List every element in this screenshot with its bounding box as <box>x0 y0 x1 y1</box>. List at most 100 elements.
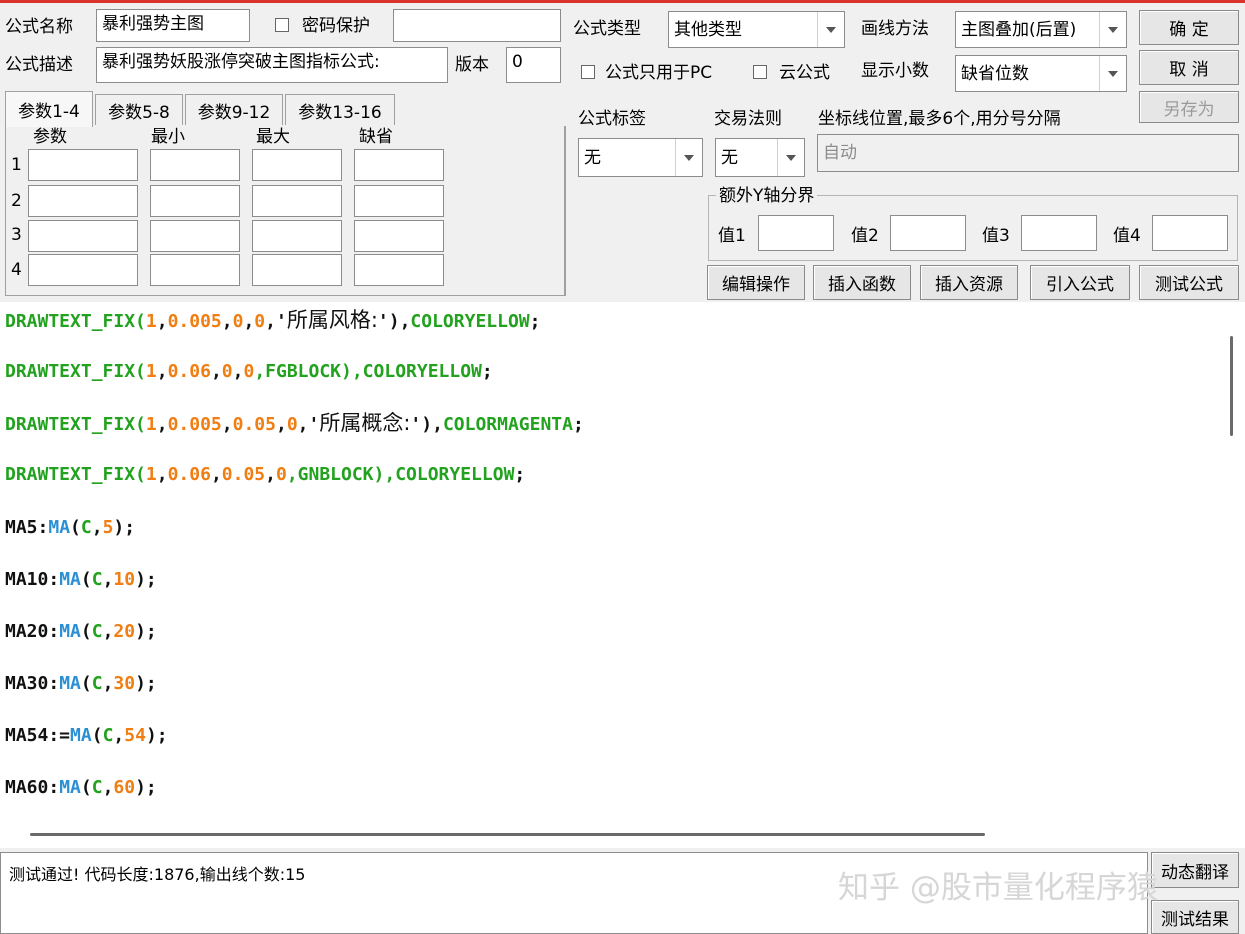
formula-type-label: 公式类型 <box>573 19 641 39</box>
insert-function-button[interactable]: 插入函数 <box>813 265 911 300</box>
formula-name-input[interactable]: 暴利强势主图 <box>96 9 250 42</box>
rule-select[interactable]: 无 <box>715 138 805 177</box>
version-input[interactable]: 0 <box>506 47 561 83</box>
param3-min-input[interactable] <box>150 220 240 252</box>
pc-only-label: 公式只用于PC <box>605 63 713 83</box>
cloud-checkbox[interactable] <box>753 65 767 79</box>
param-col-name: 参数 <box>33 127 67 147</box>
param2-min-input[interactable] <box>150 185 240 217</box>
tab-params-5-8[interactable]: 参数5-8 <box>95 94 183 125</box>
test-result-message: 测试通过! 代码长度:1876,输出线个数:15 <box>9 865 306 884</box>
param-col-default: 缺省 <box>359 127 393 147</box>
pc-only-checkbox[interactable] <box>581 65 595 79</box>
formula-type-value: 其他类型 <box>674 20 742 40</box>
draw-method-label: 画线方法 <box>861 19 929 39</box>
code-line: MA60:MA(C,60); <box>5 777 157 798</box>
param4-min-input[interactable] <box>150 254 240 286</box>
param1-max-input[interactable] <box>252 149 342 181</box>
tab-params-13-16[interactable]: 参数13-16 <box>285 94 395 125</box>
code-line: DRAWTEXT_FIX(1,0.005,0,0,'所属风格:'),COLORY… <box>5 308 541 332</box>
tag-select[interactable]: 无 <box>578 138 703 177</box>
password-input[interactable] <box>393 9 561 42</box>
chevron-down-icon[interactable] <box>777 139 804 176</box>
draw-method-value: 主图叠加(后置) <box>961 20 1077 40</box>
tag-value: 无 <box>584 148 601 168</box>
value4-input[interactable] <box>1152 215 1228 251</box>
code-line: MA30:MA(C,30); <box>5 673 157 694</box>
param1-name-input[interactable] <box>28 149 138 181</box>
param-row-label: 3 <box>11 225 22 245</box>
decimals-select[interactable]: 缺省位数 <box>955 55 1127 92</box>
window-top-border <box>0 0 1245 3</box>
value2-label: 值2 <box>851 226 879 246</box>
value1-input[interactable] <box>758 215 834 251</box>
edit-operation-button[interactable]: 编辑操作 <box>707 265 805 300</box>
param-row-label: 4 <box>11 260 22 280</box>
param4-default-input[interactable] <box>354 254 444 286</box>
ok-button[interactable]: 确 定 <box>1139 10 1239 45</box>
param-col-max: 最大 <box>256 127 290 147</box>
param3-name-input[interactable] <box>28 220 138 252</box>
code-line: DRAWTEXT_FIX(1,0.06,0.05,0,GNBLOCK),COLO… <box>5 464 526 485</box>
param-row-label: 1 <box>11 155 22 175</box>
value3-input[interactable] <box>1021 215 1097 251</box>
import-formula-button[interactable]: 引入公式 <box>1030 265 1130 300</box>
axis-label: 坐标线位置,最多6个,用分号分隔 <box>818 109 1061 129</box>
horizontal-scroll-thumb[interactable] <box>30 833 985 836</box>
tab-params-9-12[interactable]: 参数9-12 <box>185 94 283 125</box>
param-col-min: 最小 <box>151 127 185 147</box>
vertical-scrollbar[interactable] <box>1220 302 1245 822</box>
cancel-button[interactable]: 取 消 <box>1139 50 1239 85</box>
code-line: MA10:MA(C,10); <box>5 569 157 590</box>
value3-label: 值3 <box>982 226 1010 246</box>
value2-input[interactable] <box>890 215 966 251</box>
password-checkbox[interactable] <box>275 18 289 32</box>
formula-desc-label: 公式描述 <box>5 55 73 75</box>
decimals-value: 缺省位数 <box>961 64 1029 84</box>
param3-default-input[interactable] <box>354 220 444 252</box>
code-line: MA20:MA(C,20); <box>5 621 157 642</box>
formula-type-select[interactable]: 其他类型 <box>668 11 845 48</box>
code-line: DRAWTEXT_FIX(1,0.005,0.05,0,'所属概念:'),COL… <box>5 411 584 435</box>
dynamic-translate-button[interactable]: 动态翻译 <box>1151 852 1239 888</box>
tag-label: 公式标签 <box>578 109 646 129</box>
chevron-down-icon[interactable] <box>1099 56 1126 91</box>
chevron-down-icon[interactable] <box>1099 12 1126 47</box>
param2-default-input[interactable] <box>354 185 444 217</box>
value4-label: 值4 <box>1113 226 1141 246</box>
draw-method-select[interactable]: 主图叠加(后置) <box>955 11 1127 48</box>
horizontal-scrollbar[interactable] <box>0 822 1245 848</box>
code-line: DRAWTEXT_FIX(1,0.06,0,0,FGBLOCK),COLORYE… <box>5 361 493 382</box>
chevron-down-icon[interactable] <box>817 12 844 47</box>
extra-y-label: 额外Y轴分界 <box>716 183 818 209</box>
param1-min-input[interactable] <box>150 149 240 181</box>
cloud-label: 云公式 <box>779 63 830 83</box>
param1-default-input[interactable] <box>354 149 444 181</box>
param4-max-input[interactable] <box>252 254 342 286</box>
version-label: 版本 <box>455 55 489 75</box>
rule-label: 交易法则 <box>714 109 782 129</box>
param-row-label: 2 <box>11 191 22 211</box>
formula-name-label: 公式名称 <box>5 17 73 37</box>
formula-desc-input[interactable]: 暴利强势妖股涨停突破主图指标公式: <box>96 47 448 83</box>
tab-params-1-4[interactable]: 参数1-4 <box>5 91 93 127</box>
param2-name-input[interactable] <box>28 185 138 217</box>
decimals-label: 显示小数 <box>861 61 929 81</box>
watermark: 知乎 @股市量化程序猿 <box>838 870 1158 906</box>
param2-max-input[interactable] <box>252 185 342 217</box>
chevron-down-icon[interactable] <box>675 139 702 176</box>
code-line: MA54:=MA(C,54); <box>5 725 168 746</box>
axis-input[interactable]: 自动 <box>817 134 1239 172</box>
save-as-button[interactable]: 另存为 <box>1139 91 1239 123</box>
code-line: MA5:MA(C,5); <box>5 517 136 538</box>
value1-label: 值1 <box>718 226 746 246</box>
code-editor[interactable]: DRAWTEXT_FIX(1,0.005,0,0,'所属风格:'),COLORY… <box>0 302 1220 822</box>
test-result-button[interactable]: 测试结果 <box>1151 900 1239 934</box>
rule-value: 无 <box>721 148 738 168</box>
vertical-scroll-thumb[interactable] <box>1230 336 1233 436</box>
insert-resource-button[interactable]: 插入资源 <box>920 265 1018 300</box>
param4-name-input[interactable] <box>28 254 138 286</box>
param3-max-input[interactable] <box>252 220 342 252</box>
password-label: 密码保护 <box>302 16 370 36</box>
test-formula-button[interactable]: 测试公式 <box>1139 265 1239 300</box>
